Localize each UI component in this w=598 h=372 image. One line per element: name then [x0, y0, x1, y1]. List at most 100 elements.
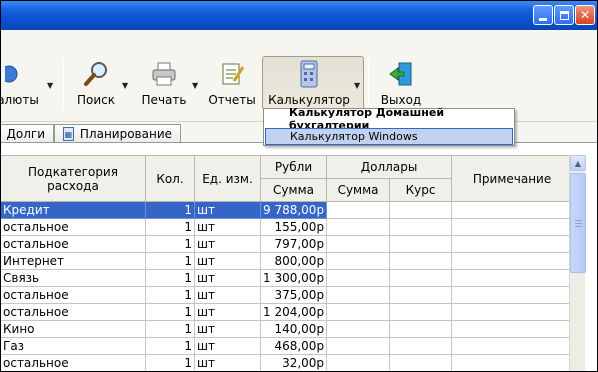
cell-qty[interactable]: 1 [145, 320, 195, 338]
cell-unit[interactable]: шт [194, 286, 261, 304]
cell-rub-sum[interactable]: 9 788,00р [259, 201, 328, 219]
menu-item-windows-calculator[interactable]: Калькулятор Windows [265, 128, 513, 145]
table-row[interactable]: Кредит 1 шт 9 788,00р [0, 201, 574, 219]
menu-item-home-calculator[interactable]: Калькулятор Домашней бухгалтерии [265, 106, 513, 132]
cell-rate[interactable] [389, 201, 453, 219]
cell-qty[interactable]: 1 [145, 354, 195, 372]
cell-note[interactable] [451, 218, 574, 236]
cell-note[interactable] [451, 303, 574, 321]
table-row[interactable]: Газ 1 шт 468,00р [0, 337, 574, 355]
cell-usd-sum[interactable] [326, 201, 391, 219]
cell-rub-sum[interactable]: 1 300,00р [259, 269, 328, 287]
cell-unit[interactable]: шт [194, 337, 261, 355]
print-button[interactable]: Печать [138, 58, 190, 113]
cell-subcategory[interactable]: Кино [0, 320, 146, 338]
cell-qty[interactable]: 1 [145, 235, 195, 253]
cell-unit[interactable]: шт [194, 320, 261, 338]
cell-rub-sum[interactable]: 155,00р [259, 218, 328, 236]
cell-subcategory[interactable]: остальное [0, 286, 146, 304]
cell-note[interactable] [451, 320, 574, 338]
cell-usd-sum[interactable] [326, 354, 391, 372]
scroll-thumb[interactable] [570, 173, 586, 273]
table-row[interactable]: Связь 1 шт 1 300,00р [0, 269, 574, 287]
print-dropdown-arrow-icon[interactable]: ▼ [192, 81, 198, 90]
header-subcategory[interactable]: Подкатегория расхода [0, 155, 146, 202]
table-row[interactable]: остальное 1 шт 32,00р [0, 354, 574, 372]
cell-unit[interactable]: шт [194, 218, 261, 236]
table-row[interactable]: остальное 1 шт 375,00р [0, 286, 574, 304]
search-button[interactable]: Поиск [72, 58, 120, 113]
cell-usd-sum[interactable] [326, 269, 391, 287]
minimize-button[interactable] [533, 5, 553, 25]
table-row[interactable]: остальное 1 шт 1 204,00р [0, 303, 574, 321]
cell-rub-sum[interactable]: 468,00р [259, 337, 328, 355]
cell-usd-sum[interactable] [326, 320, 391, 338]
header-rub-sum[interactable]: Сумма [259, 178, 328, 202]
cell-rate[interactable] [389, 269, 453, 287]
cell-note[interactable] [451, 269, 574, 287]
cell-qty[interactable]: 1 [145, 201, 195, 219]
cell-subcategory[interactable]: Интернет [0, 252, 146, 270]
cell-rub-sum[interactable]: 375,00р [259, 286, 328, 304]
cell-unit[interactable]: шт [194, 303, 261, 321]
cell-note[interactable] [451, 252, 574, 270]
cell-unit[interactable]: шт [194, 269, 261, 287]
table-row[interactable]: остальное 1 шт 797,00р [0, 235, 574, 253]
cell-rate[interactable] [389, 218, 453, 236]
cell-subcategory[interactable]: остальное [0, 354, 146, 372]
cell-note[interactable] [451, 337, 574, 355]
cell-rate[interactable] [389, 354, 453, 372]
cell-rate[interactable] [389, 286, 453, 304]
maximize-button[interactable] [554, 5, 574, 25]
cell-unit[interactable]: шт [194, 201, 261, 219]
cell-usd-sum[interactable] [326, 303, 391, 321]
cell-rate[interactable] [389, 320, 453, 338]
cell-rub-sum[interactable]: 140,00р [259, 320, 328, 338]
cell-qty[interactable]: 1 [145, 303, 195, 321]
currency-button[interactable]: алюты [0, 58, 44, 113]
cell-rub-sum[interactable]: 1 204,00р [259, 303, 328, 321]
cell-note[interactable] [451, 235, 574, 253]
currency-dropdown-arrow-icon[interactable]: ▼ [47, 81, 53, 90]
search-dropdown-arrow-icon[interactable]: ▼ [122, 81, 128, 90]
close-button[interactable]: ✕ [575, 5, 595, 25]
cell-unit[interactable]: шт [194, 252, 261, 270]
calculator-dropdown-arrow-icon[interactable]: ▼ [354, 81, 360, 90]
cell-rub-sum[interactable]: 797,00р [259, 235, 328, 253]
header-unit[interactable]: Ед. изм. [194, 155, 261, 202]
header-usd-sum[interactable]: Сумма [326, 178, 391, 202]
header-note[interactable]: Примечание [451, 155, 574, 202]
cell-usd-sum[interactable] [326, 218, 391, 236]
cell-rate[interactable] [389, 235, 453, 253]
table-row[interactable]: Интернет 1 шт 800,00р [0, 252, 574, 270]
tab-planning[interactable]: ▦ Планирование [54, 124, 181, 143]
cell-subcategory[interactable]: остальное [0, 218, 146, 236]
cell-note[interactable] [451, 286, 574, 304]
cell-subcategory[interactable]: Кредит [0, 201, 146, 219]
cell-unit[interactable]: шт [194, 354, 261, 372]
cell-usd-sum[interactable] [326, 337, 391, 355]
cell-rub-sum[interactable]: 800,00р [259, 252, 328, 270]
cell-rub-sum[interactable]: 32,00р [259, 354, 328, 372]
header-qty[interactable]: Кол. [145, 155, 195, 202]
scroll-up-button[interactable]: ▲ [570, 155, 586, 171]
cell-note[interactable] [451, 354, 574, 372]
reports-button[interactable]: Отчеты [206, 58, 258, 113]
cell-rate[interactable] [389, 337, 453, 355]
cell-usd-sum[interactable] [326, 286, 391, 304]
cell-subcategory[interactable]: остальное [0, 303, 146, 321]
cell-qty[interactable]: 1 [145, 269, 195, 287]
cell-qty[interactable]: 1 [145, 252, 195, 270]
header-rate[interactable]: Курс [389, 178, 453, 202]
cell-qty[interactable]: 1 [145, 286, 195, 304]
table-row[interactable]: остальное 1 шт 155,00р [0, 218, 574, 236]
cell-usd-sum[interactable] [326, 252, 391, 270]
cell-rate[interactable] [389, 252, 453, 270]
cell-note[interactable] [451, 201, 574, 219]
cell-qty[interactable]: 1 [145, 218, 195, 236]
cell-rate[interactable] [389, 303, 453, 321]
cell-subcategory[interactable]: Связь [0, 269, 146, 287]
cell-unit[interactable]: шт [194, 235, 261, 253]
vertical-scrollbar[interactable]: ▲ [569, 155, 586, 372]
cell-subcategory[interactable]: остальное [0, 235, 146, 253]
